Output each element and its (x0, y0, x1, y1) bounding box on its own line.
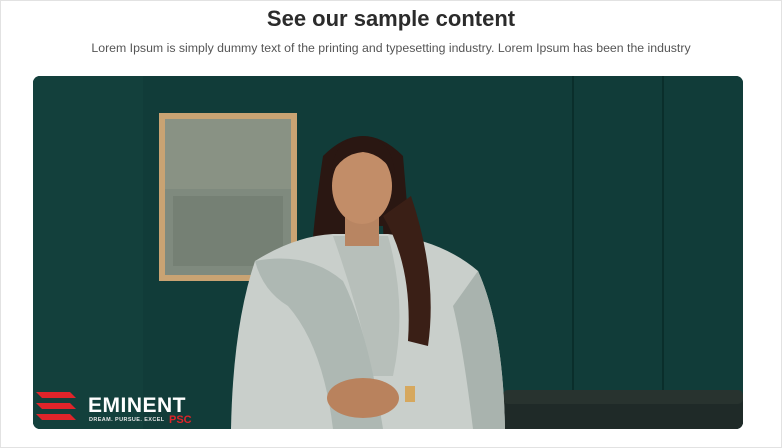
section-title: See our sample content (266, 6, 516, 31)
sample-video-player[interactable]: EMINENT DREAM. PURSUE. EXCEL PSC (33, 76, 743, 429)
eminent-logo-icon (36, 392, 76, 420)
brand-suffix: PSC (169, 414, 192, 426)
brand-tagline: DREAM. PURSUE. EXCEL (89, 417, 165, 423)
section-subtitle: Lorem Ipsum is simply dummy text of the … (91, 41, 691, 55)
video-frame-image (33, 76, 743, 429)
